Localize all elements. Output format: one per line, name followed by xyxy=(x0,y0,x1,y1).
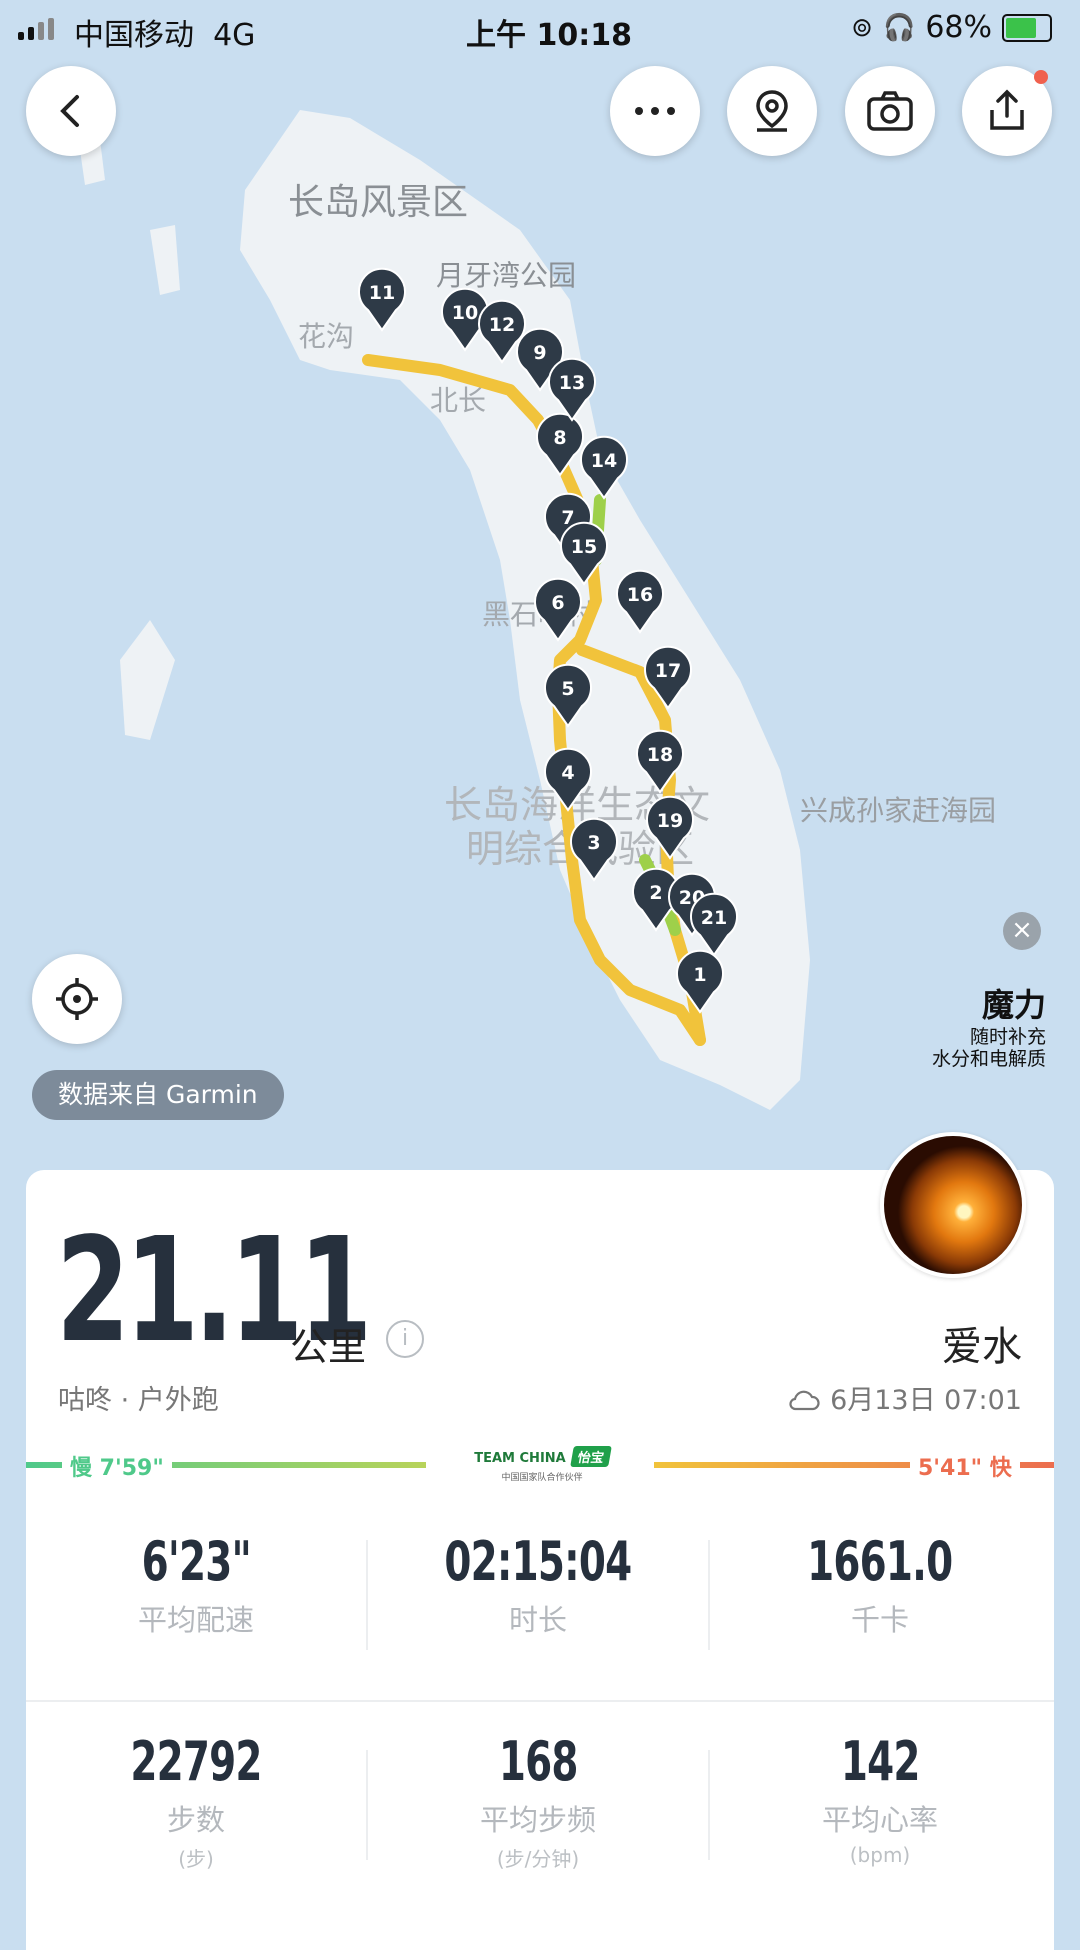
headphones-icon: 🎧 xyxy=(882,12,916,43)
map-label-scenic: 长岛风景区 xyxy=(288,182,468,223)
svg-text:15: 15 xyxy=(571,536,597,558)
divider xyxy=(708,1540,710,1650)
divider xyxy=(366,1540,368,1650)
svg-text:2: 2 xyxy=(649,882,662,904)
camera-icon xyxy=(867,91,913,131)
activity-subtitle: 咕咚 · 户外跑 xyxy=(58,1385,219,1416)
more-icon xyxy=(635,107,675,115)
signal-icon xyxy=(18,18,54,40)
ad-title: 魔力 xyxy=(981,986,1046,1024)
stat-steps: 22792 步数 (步) xyxy=(130,1730,262,1871)
divider xyxy=(366,1750,368,1860)
notification-dot xyxy=(1034,70,1048,84)
stat-avg-pace: 6'23" 平均配速 xyxy=(137,1530,254,1637)
status-time: 上午 10:18 xyxy=(466,18,632,53)
more-button[interactable] xyxy=(610,66,700,156)
status-bar: 中国移动 4G 上午 10:18 ⊚ 🎧 68% xyxy=(0,0,1080,58)
route-location-button[interactable] xyxy=(727,66,817,156)
chevron-left-icon xyxy=(60,95,79,127)
map-label-bei: 北长 xyxy=(430,384,486,417)
svg-text:19: 19 xyxy=(657,810,683,832)
back-button[interactable] xyxy=(26,66,116,156)
svg-text:16: 16 xyxy=(627,584,653,606)
pace-slow-label: 慢 7'59" xyxy=(62,1450,172,1482)
svg-text:8: 8 xyxy=(553,427,566,449)
battery-icon xyxy=(1002,13,1052,42)
row-divider xyxy=(26,1700,1054,1702)
ad-banner[interactable]: 魔力 随时补充 水分和电解质 xyxy=(932,980,1046,1070)
svg-text:12: 12 xyxy=(489,314,515,336)
svg-text:1: 1 xyxy=(693,964,706,986)
svg-text:18: 18 xyxy=(647,744,673,766)
ad-line-1: 随时补充 xyxy=(969,1026,1046,1048)
svg-text:13: 13 xyxy=(559,372,585,394)
svg-text:10: 10 xyxy=(452,302,478,324)
map-label-hua: 花沟 xyxy=(298,320,354,353)
battery-percent: 68% xyxy=(925,10,992,45)
camera-button[interactable] xyxy=(845,66,935,156)
locate-button[interactable] xyxy=(32,954,122,1044)
rotation-lock-icon: ⊚ xyxy=(851,12,873,43)
stat-duration: 02:15:04 时长 xyxy=(444,1530,633,1637)
username: 爱水 xyxy=(942,1324,1022,1370)
data-source-badge: 数据来自 Garmin xyxy=(32,1070,284,1120)
cloud-icon xyxy=(789,1390,820,1411)
info-icon[interactable]: i xyxy=(386,1320,424,1358)
svg-text:17: 17 xyxy=(655,660,681,682)
avatar[interactable] xyxy=(880,1132,1026,1278)
svg-text:5: 5 xyxy=(561,678,574,700)
route-map[interactable]: 长岛风景区 月牙湾公园 花沟 北长 黑石嘴村 长岛海洋生态文 明综合试验区 兴成… xyxy=(0,0,1080,1170)
pace-fast-label: 5'41" 快 xyxy=(910,1450,1020,1482)
stat-heart-rate: 142 平均心率 (bpm) xyxy=(821,1730,938,1867)
ad-close-button[interactable]: × xyxy=(1003,912,1041,950)
map-label-park: 月牙湾公园 xyxy=(436,259,576,292)
sponsor-caption: 中国国家队合作伙伴 xyxy=(501,1473,583,1483)
divider xyxy=(708,1750,710,1860)
svg-text:14: 14 xyxy=(591,450,617,472)
crosshair-icon xyxy=(56,978,98,1020)
svg-text:21: 21 xyxy=(701,907,727,929)
sponsor-brand: 怡宝 xyxy=(569,1446,612,1467)
sponsor-logo: TEAM CHINA 怡宝 中国国家队合作伙伴 xyxy=(466,1446,618,1483)
svg-text:9: 9 xyxy=(533,342,546,364)
svg-text:3: 3 xyxy=(587,832,600,854)
svg-text:6: 6 xyxy=(551,592,564,614)
svg-text:11: 11 xyxy=(369,282,395,304)
map-pin-icon xyxy=(756,90,788,132)
map-label-xingcheng: 兴成孙家赶海园 xyxy=(800,794,996,827)
carrier-label: 中国移动 4G xyxy=(74,18,256,53)
distance-unit: 公里 xyxy=(290,1325,367,1369)
ad-line-2: 水分和电解质 xyxy=(931,1048,1046,1070)
stat-cadence: 168 平均步频 (步/分钟) xyxy=(479,1730,596,1871)
sponsor-name: TEAM CHINA xyxy=(474,1451,566,1466)
share-button[interactable] xyxy=(962,66,1052,156)
activity-date: 6月13日 07:01 xyxy=(788,1378,1022,1417)
share-icon xyxy=(990,89,1024,130)
stat-calories: 1661.0 千卡 xyxy=(807,1530,953,1637)
svg-text:4: 4 xyxy=(561,762,574,784)
